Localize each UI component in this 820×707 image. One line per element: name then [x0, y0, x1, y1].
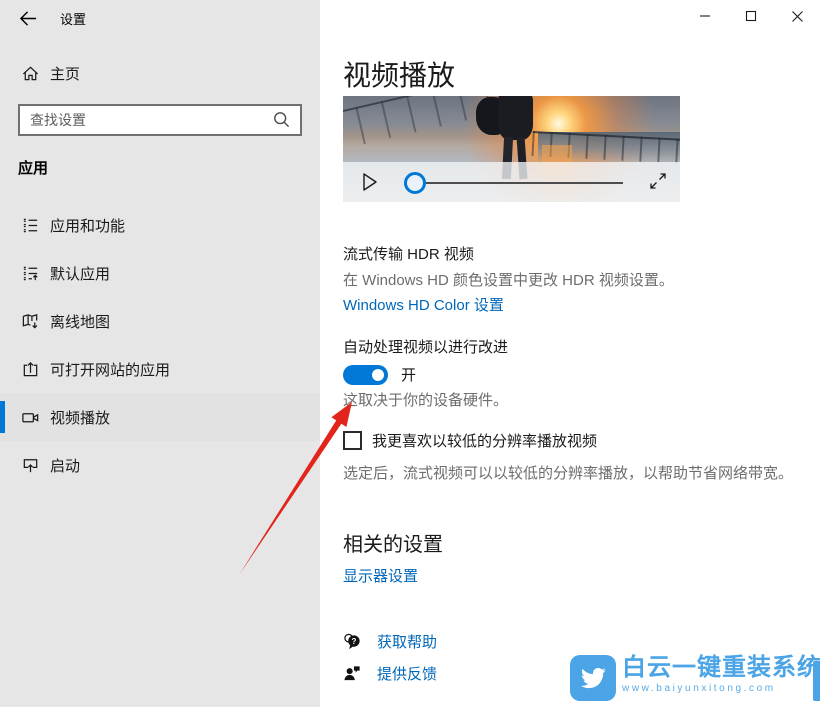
sidebar-home-label: 主页 [50, 63, 80, 84]
lower-resolution-checkbox[interactable] [343, 431, 362, 450]
search-input[interactable] [20, 112, 272, 128]
sidebar-item-apps-features[interactable]: 应用和功能 [0, 201, 320, 249]
maximize-button[interactable] [728, 0, 774, 32]
sidebar-item-startup[interactable]: 启动 [0, 441, 320, 489]
hdr-section-label: 流式传输 HDR 视频 [343, 243, 474, 264]
page-title: 视频播放 [343, 54, 455, 94]
minimize-icon [699, 10, 711, 22]
lower-resolution-description: 选定后，流式视频可以以较低的分辨率播放，以帮助节省网络带宽。 [343, 462, 793, 483]
related-settings-title: 相关的设置 [343, 528, 443, 557]
sidebar-item-label: 默认应用 [50, 263, 110, 284]
video-playback-icon [21, 408, 40, 427]
selected-accent-bar [0, 401, 5, 433]
hd-color-settings-link[interactable]: Windows HD Color 设置 [343, 294, 504, 315]
watermark-site: www.baiyunxitong.com [622, 683, 820, 694]
get-help-link[interactable]: 获取帮助 [377, 631, 437, 652]
apps-features-icon [21, 216, 40, 235]
give-feedback-row[interactable]: 提供反馈 [343, 663, 437, 684]
sidebar-nav: 应用和功能 默认应用 离线地图 可打开网站的应用 [0, 201, 320, 489]
give-feedback-link[interactable]: 提供反馈 [377, 663, 437, 684]
maximize-icon [745, 10, 757, 22]
svg-text:?: ? [351, 637, 356, 646]
main-panel: 视频播放 流式传输 HDR 视频 在 Windows HD 颜色设置中更改 HD… [320, 0, 820, 707]
hdr-section-description: 在 Windows HD 颜色设置中更改 HDR 视频设置。 [343, 269, 674, 290]
lower-resolution-label: 我更喜欢以较低的分辨率播放视频 [372, 430, 597, 451]
auto-process-toggle[interactable] [343, 365, 388, 385]
sidebar-item-label: 视频播放 [50, 407, 110, 428]
bird-icon [577, 662, 609, 694]
watermark-brand: 白云一键重装系统 [622, 655, 820, 681]
toggle-state-label: 开 [401, 364, 416, 385]
watermark: 白云一键重装系统 www.baiyunxitong.com [570, 655, 820, 701]
seek-thumb[interactable] [404, 172, 426, 194]
default-apps-icon [21, 264, 40, 283]
apps-for-websites-icon [21, 360, 40, 379]
auto-process-label: 自动处理视频以进行改进 [343, 336, 508, 357]
auto-process-note: 这取决于你的设备硬件。 [343, 389, 508, 410]
lower-resolution-row: 我更喜欢以较低的分辨率播放视频 [343, 430, 597, 451]
watermark-text: 白云一键重装系统 www.baiyunxitong.com [622, 655, 820, 694]
sidebar-item-home[interactable]: 主页 [0, 56, 320, 90]
video-preview [343, 96, 680, 202]
toggle-knob [372, 369, 384, 381]
watermark-logo [570, 655, 616, 701]
get-help-row[interactable]: ? 获取帮助 [343, 631, 437, 652]
minimize-button[interactable] [682, 0, 728, 32]
fullscreen-icon[interactable] [649, 172, 667, 190]
sidebar-item-label: 应用和功能 [50, 215, 125, 236]
settings-window: 设置 主页 应用 应用和功能 默认应用 [0, 0, 820, 707]
back-button[interactable] [12, 5, 44, 31]
offline-maps-icon [21, 312, 40, 331]
sidebar-section-title: 应用 [18, 157, 48, 178]
window-controls [682, 0, 820, 32]
display-settings-link[interactable]: 显示器设置 [343, 565, 418, 586]
close-icon [791, 10, 804, 23]
sidebar-item-apps-websites[interactable]: 可打开网站的应用 [0, 345, 320, 393]
sidebar-item-label: 启动 [50, 455, 80, 476]
sidebar: 设置 主页 应用 应用和功能 默认应用 [0, 0, 320, 707]
sidebar-item-video-playback[interactable]: 视频播放 [0, 393, 320, 441]
sidebar-item-label: 离线地图 [50, 311, 110, 332]
play-icon[interactable] [360, 171, 380, 193]
feedback-icon [343, 664, 362, 683]
search-box [18, 104, 302, 136]
watermark-edge-bar [813, 661, 820, 701]
app-title: 设置 [60, 9, 86, 28]
sidebar-item-offline-maps[interactable]: 离线地图 [0, 297, 320, 345]
get-help-icon: ? [343, 632, 362, 651]
search-icon[interactable] [272, 110, 292, 130]
sidebar-item-label: 可打开网站的应用 [50, 359, 170, 380]
video-controls-bar [343, 162, 680, 202]
sidebar-item-default-apps[interactable]: 默认应用 [0, 249, 320, 297]
home-icon [21, 64, 40, 83]
seek-track[interactable] [405, 182, 623, 184]
auto-process-toggle-row: 开 [343, 364, 416, 385]
back-arrow-icon [19, 10, 38, 27]
close-button[interactable] [774, 0, 820, 32]
startup-icon [21, 456, 40, 475]
